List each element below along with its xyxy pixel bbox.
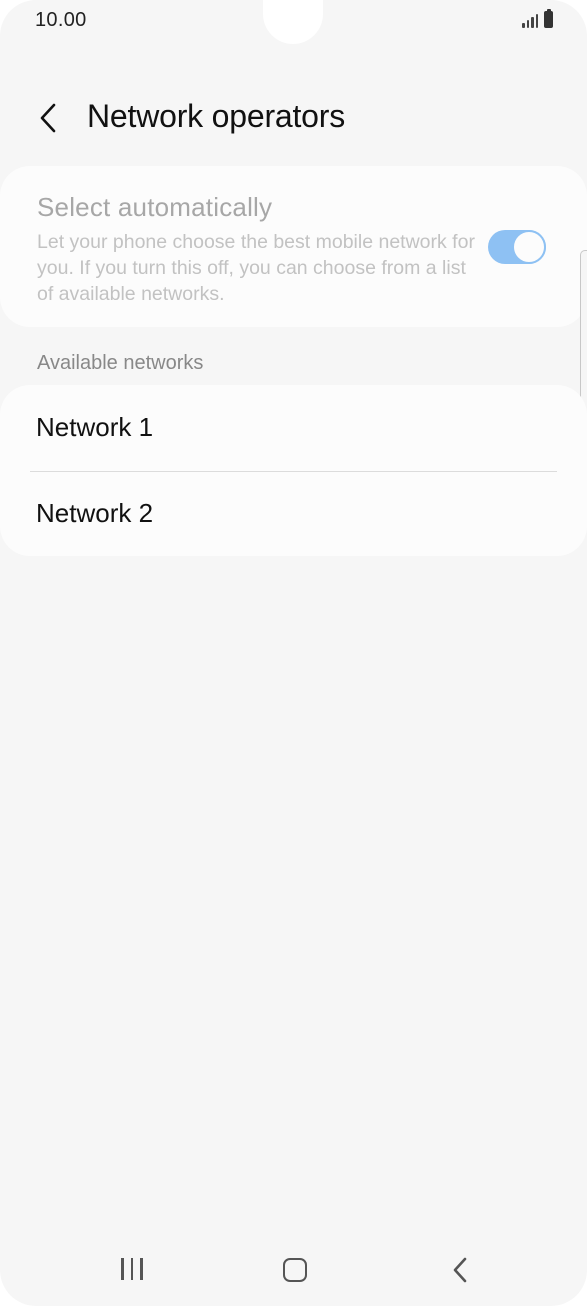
page-title: Network operators bbox=[87, 98, 346, 134]
back-icon[interactable] bbox=[449, 1256, 471, 1284]
status-icons bbox=[522, 9, 553, 28]
select-automatically-toggle[interactable] bbox=[488, 230, 546, 264]
back-button[interactable] bbox=[30, 98, 66, 138]
camera-notch bbox=[263, 0, 323, 44]
recent-apps-icon[interactable] bbox=[119, 1258, 145, 1282]
home-icon[interactable] bbox=[283, 1258, 307, 1282]
network-item-label: Network 2 bbox=[36, 498, 154, 528]
select-automatically-title: Select automatically bbox=[37, 192, 273, 222]
network-item-1[interactable]: Network 1 bbox=[0, 385, 587, 471]
network-item-2[interactable]: Network 2 bbox=[0, 471, 587, 557]
available-networks-list: Network 1 Network 2 bbox=[0, 385, 587, 556]
battery-icon bbox=[544, 9, 553, 28]
toggle-knob bbox=[512, 230, 546, 264]
phone-screen: 10.00 Network operators Select automatic… bbox=[0, 0, 587, 1306]
chevron-left-icon bbox=[40, 103, 56, 133]
select-automatically-description: Let your phone choose the best mobile ne… bbox=[37, 231, 475, 305]
available-networks-header: Available networks bbox=[37, 352, 204, 374]
select-automatically-card[interactable]: Select automatically Let your phone choo… bbox=[0, 166, 587, 327]
status-time: 10.00 bbox=[35, 9, 87, 31]
network-item-label: Network 1 bbox=[36, 412, 154, 442]
signal-icon bbox=[522, 12, 538, 28]
